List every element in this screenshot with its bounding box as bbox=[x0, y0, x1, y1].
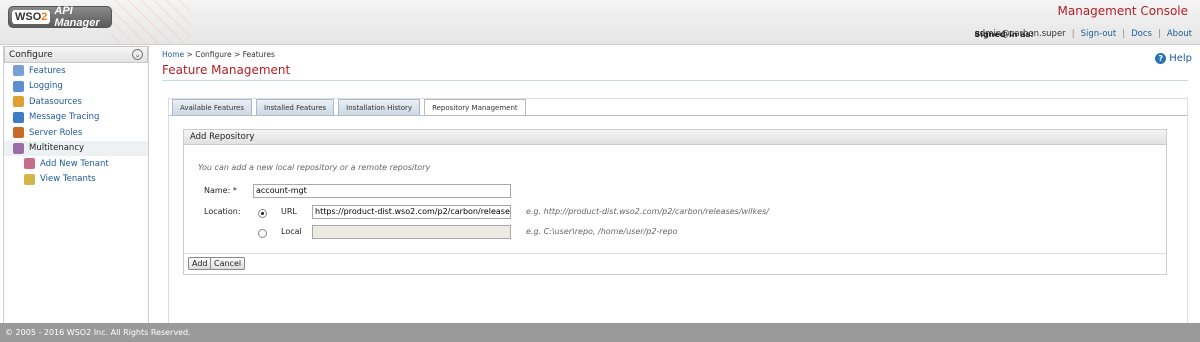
logo-text: API Manager bbox=[54, 5, 100, 29]
sidebar-item-view-tenants[interactable]: View Tenants bbox=[4, 172, 148, 188]
add-tenant-icon bbox=[24, 158, 35, 170]
main-content: Home > Configure > Features Feature Mana… bbox=[162, 50, 1192, 338]
signed-in-label: Signed-in as: bbox=[974, 29, 1034, 39]
add-repository-form: You can add a new local repository or a … bbox=[184, 146, 1166, 254]
console-title: Management Console bbox=[1057, 4, 1189, 18]
feature-panel: Available Features Installed Features In… bbox=[168, 98, 1188, 338]
features-icon bbox=[13, 65, 24, 77]
help-link[interactable]: ? Help bbox=[1155, 53, 1192, 64]
tab-repository-management[interactable]: Repository Management bbox=[424, 99, 526, 116]
header-decoration bbox=[110, 0, 190, 45]
logo-badge: WSO2 bbox=[12, 10, 51, 24]
sidebar-item-datasources[interactable]: Datasources bbox=[4, 94, 148, 110]
sidebar-item-multitenancy: Multitenancy bbox=[4, 140, 148, 156]
sidebar-item-message-tracing[interactable]: Message Tracing bbox=[4, 110, 148, 126]
multitenancy-icon bbox=[13, 142, 24, 154]
name-label: Name: * bbox=[204, 186, 237, 195]
sidebar-item-add-new-tenant[interactable]: Add New Tenant bbox=[4, 156, 148, 172]
tab-installed-features[interactable]: Installed Features bbox=[256, 99, 335, 115]
location-label: Location: bbox=[204, 207, 241, 216]
tab-installation-history[interactable]: Installation History bbox=[338, 99, 421, 115]
add-button[interactable]: Add bbox=[188, 257, 212, 270]
logging-icon bbox=[13, 80, 24, 92]
local-radio[interactable] bbox=[258, 229, 267, 238]
collapse-icon[interactable]: ⌄ bbox=[132, 49, 143, 60]
top-nav: Signed-in as: admin@carbon.super | Sign-… bbox=[974, 29, 1192, 39]
name-input[interactable]: account-mgt bbox=[253, 184, 511, 198]
sidebar-section-configure[interactable]: Configure ⌄ bbox=[4, 46, 148, 63]
footer: © 2005 - 2016 WSO2 Inc. All Rights Reser… bbox=[0, 323, 1200, 342]
sidebar-item-logging[interactable]: Logging bbox=[4, 79, 148, 95]
cancel-button[interactable]: Cancel bbox=[210, 257, 246, 270]
url-radio[interactable] bbox=[258, 209, 267, 218]
page-title: Feature Management bbox=[162, 63, 1188, 81]
about-link[interactable]: About bbox=[1167, 29, 1192, 39]
help-icon: ? bbox=[1155, 53, 1167, 64]
url-example: e.g. http://product-dist.wso2.com/p2/car… bbox=[526, 207, 769, 216]
url-input[interactable]: https://product-dist.wso2.com/p2/carbon/… bbox=[312, 205, 511, 219]
breadcrumb-path: > Configure > Features bbox=[184, 50, 275, 59]
tab-bar: Available Features Installed Features In… bbox=[172, 99, 530, 116]
docs-link[interactable]: Docs bbox=[1131, 29, 1152, 39]
url-label: URL bbox=[281, 207, 297, 216]
header: WSO2 API Manager Management Console Sign… bbox=[0, 0, 1200, 45]
local-label: Local bbox=[281, 227, 302, 236]
add-repository-box: Add Repository You can add a new local r… bbox=[183, 129, 1167, 275]
signout-link[interactable]: Sign-out bbox=[1081, 29, 1117, 39]
message-tracing-icon bbox=[13, 111, 24, 123]
form-hint: You can add a new local repository or a … bbox=[198, 163, 431, 172]
sidebar: Configure ⌄ Features Logging Datasources… bbox=[3, 46, 149, 324]
view-tenants-icon bbox=[24, 173, 35, 185]
local-input[interactable] bbox=[312, 225, 511, 239]
wso2-logo[interactable]: WSO2 API Manager bbox=[8, 5, 112, 29]
tab-content: Add Repository You can add a new local r… bbox=[169, 115, 1187, 289]
tab-available-features[interactable]: Available Features bbox=[172, 99, 253, 115]
datasources-icon bbox=[13, 96, 24, 108]
local-example: e.g. C:\user\repo, /home/user/p2-repo bbox=[526, 227, 678, 236]
sidebar-item-features[interactable]: Features bbox=[4, 63, 148, 79]
breadcrumb: Home > Configure > Features bbox=[162, 50, 1192, 59]
sidebar-item-server-roles[interactable]: Server Roles bbox=[4, 125, 148, 141]
add-repository-title: Add Repository bbox=[184, 130, 1166, 145]
breadcrumb-home[interactable]: Home bbox=[162, 50, 184, 59]
server-roles-icon bbox=[13, 127, 24, 139]
